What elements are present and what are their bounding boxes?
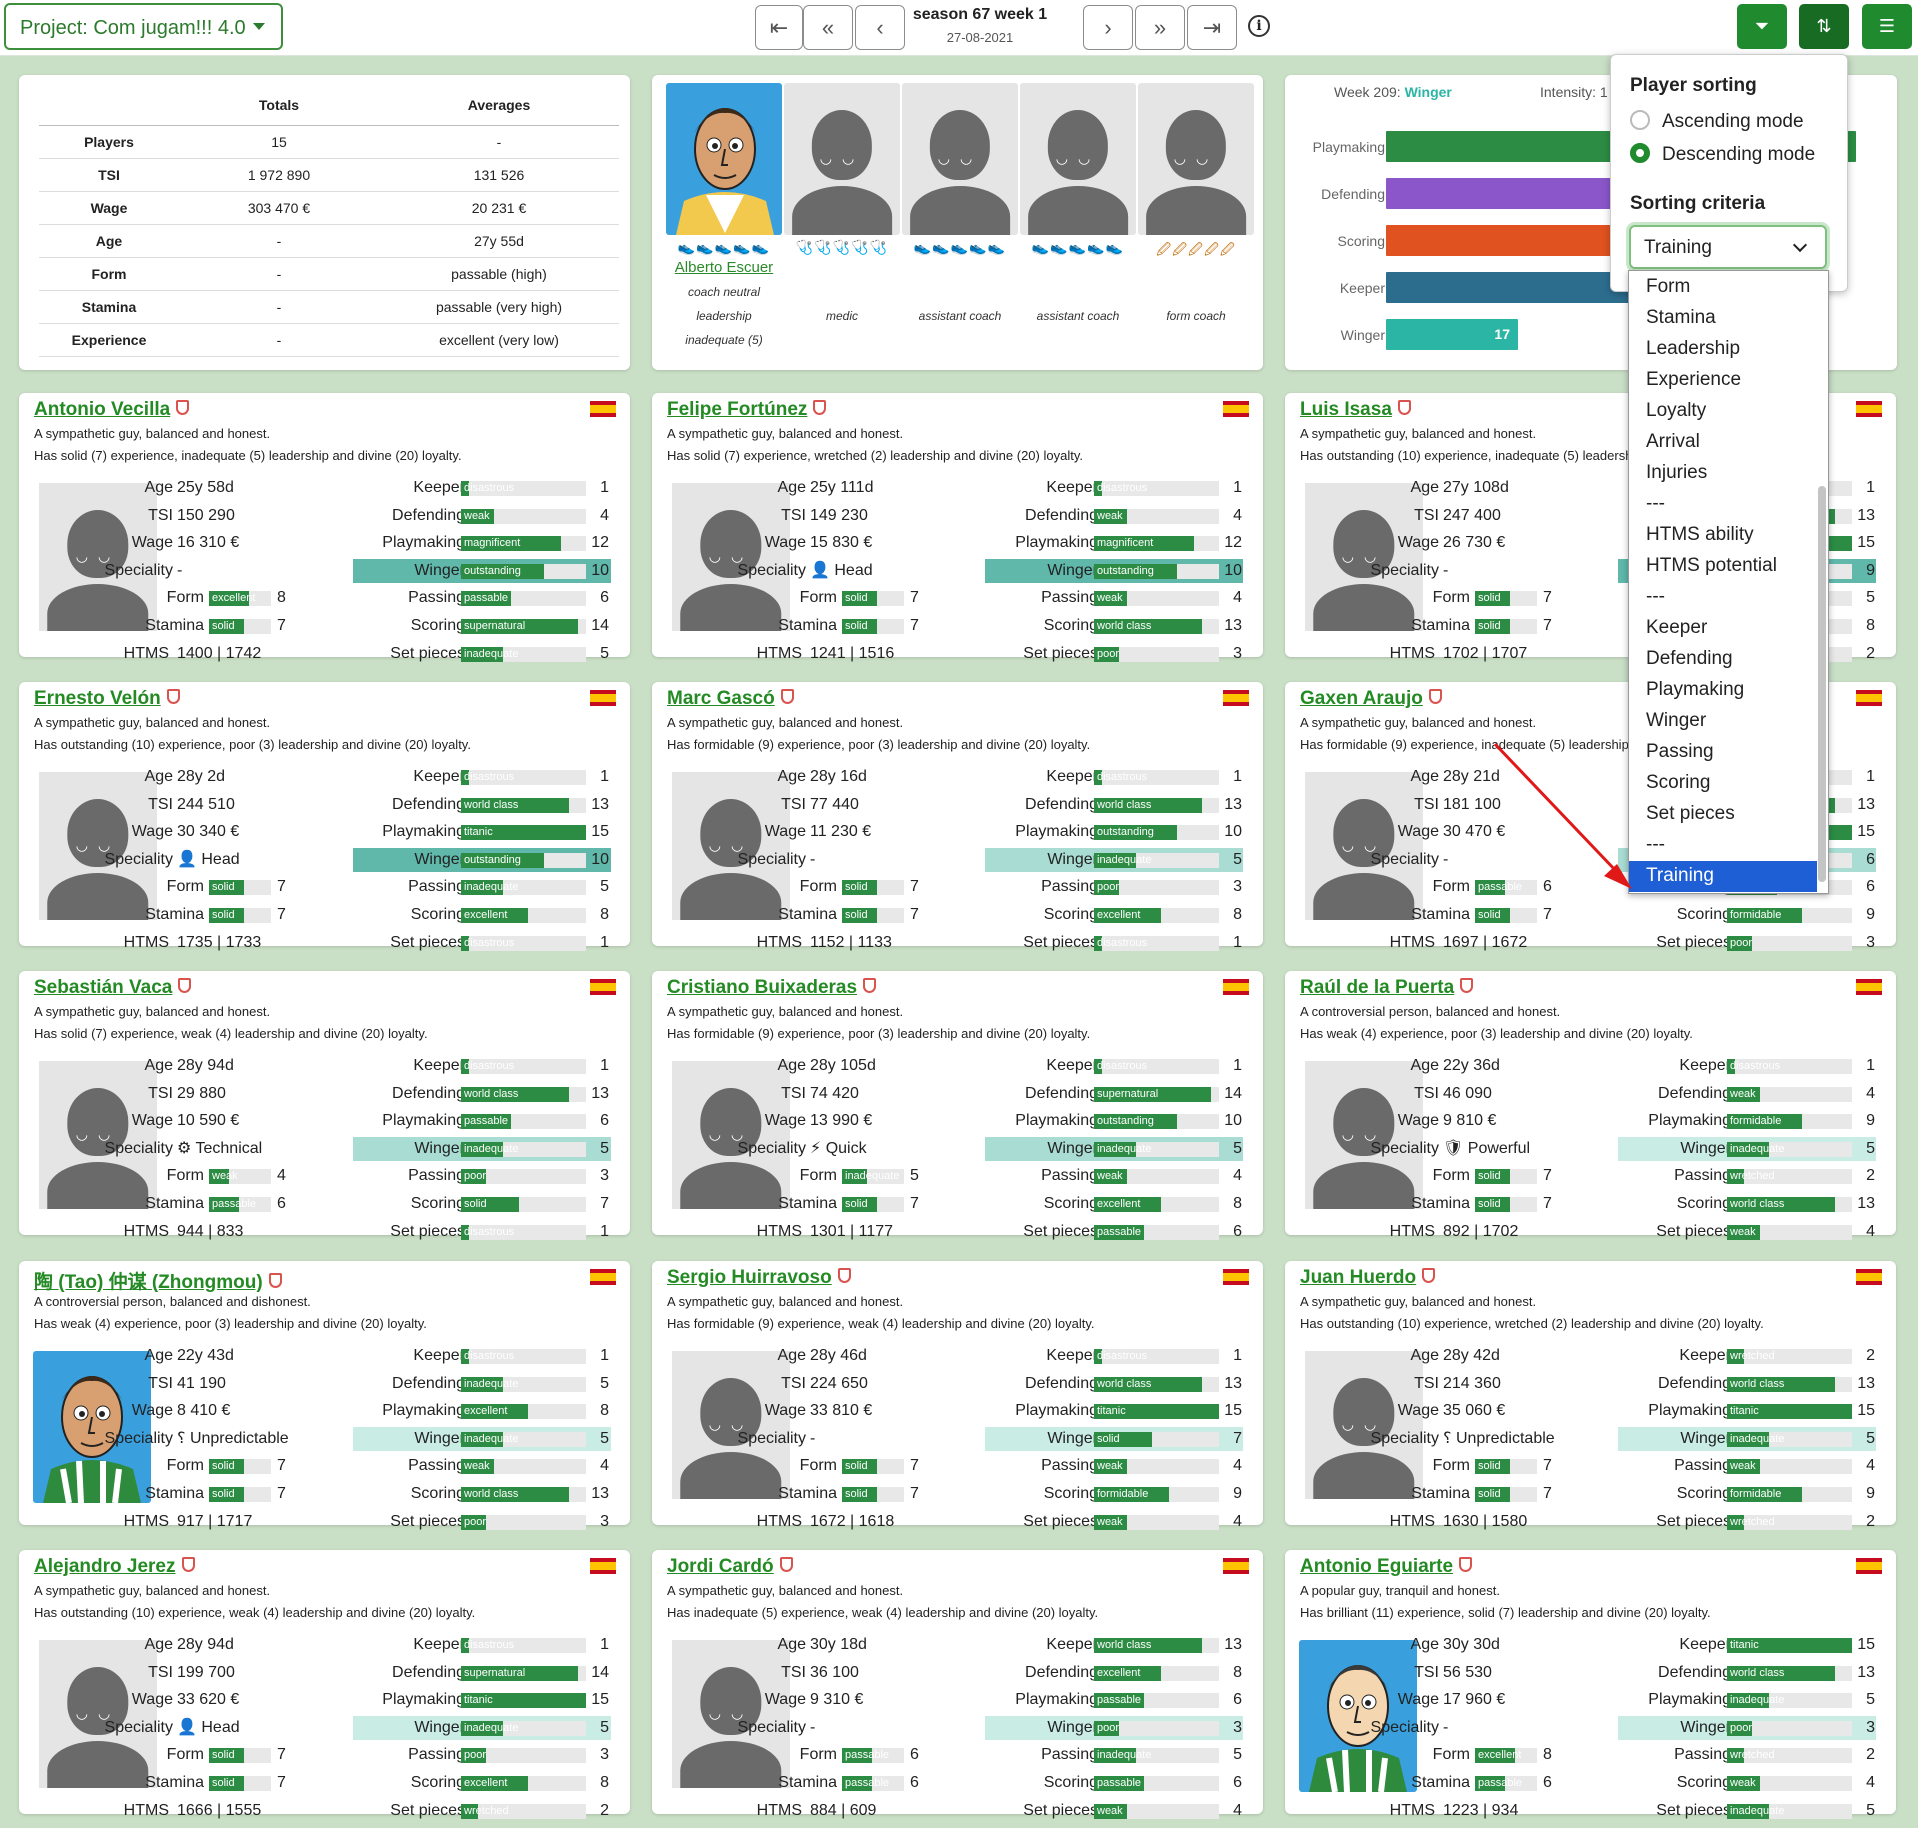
red-arrow-annotation [1493,742,1632,889]
